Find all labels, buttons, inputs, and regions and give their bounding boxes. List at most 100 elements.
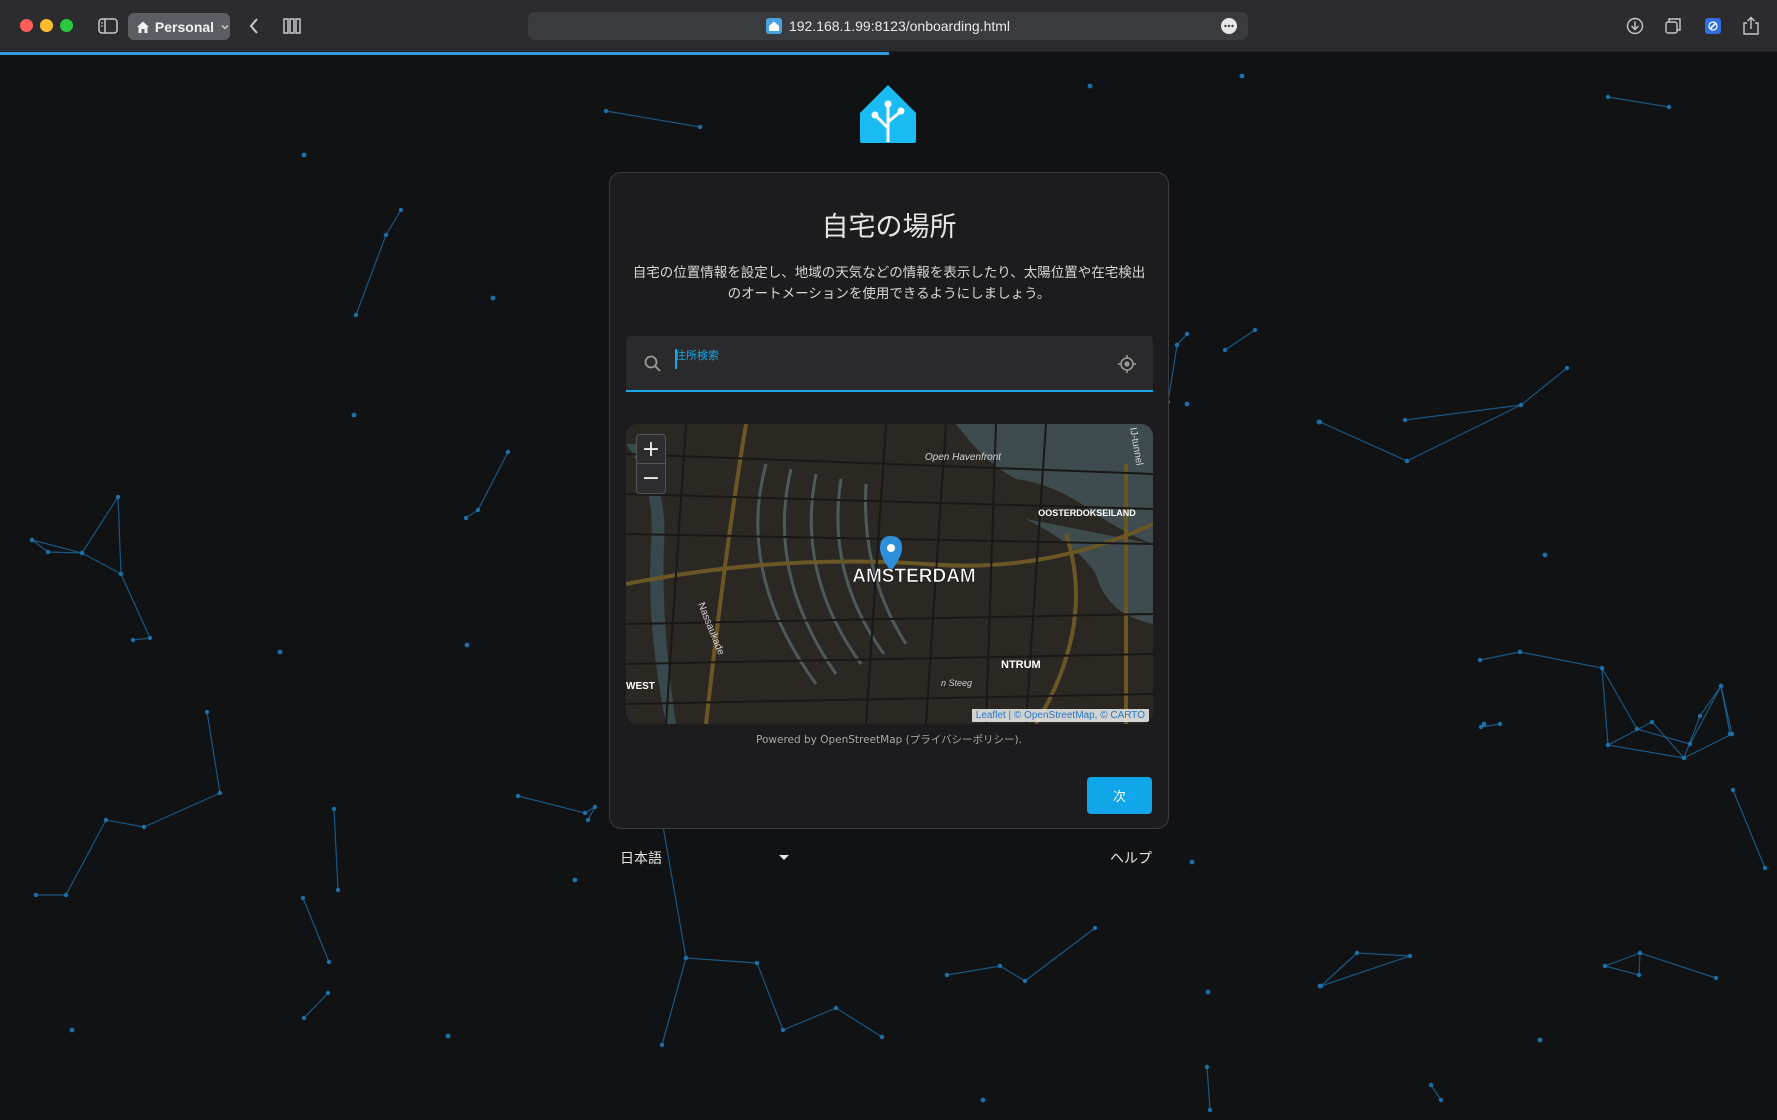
constellation-line — [465, 451, 509, 519]
browser-toolbar: Personal 192.168.1.99:8123/onboarding.ht… — [0, 0, 1777, 52]
constellation-line — [303, 992, 329, 1019]
constellation-line — [661, 957, 687, 1046]
constellation-star — [505, 449, 511, 455]
search-icon — [644, 355, 661, 372]
onboarding-card: 自宅の場所 自宅の位置情報を設定し、地域の天気などの情報を表示したり、太陽位置や… — [609, 172, 1169, 829]
address-bar[interactable]: 192.168.1.99:8123/onboarding.html — [528, 12, 1248, 40]
constellation-star — [1316, 419, 1322, 425]
map-attribution[interactable]: Leaflet | © OpenStreetMap, © CARTO — [971, 709, 1149, 722]
constellation-star — [1727, 731, 1733, 737]
map-label-havenfront: Open Havenfront — [925, 452, 1002, 463]
constellation-star — [1564, 365, 1570, 371]
my-location-icon[interactable] — [1117, 354, 1137, 374]
constellation-star — [475, 507, 481, 513]
map-zoom-control: + − — [636, 434, 666, 494]
constellation-star — [301, 1015, 307, 1021]
constellation-line — [1320, 952, 1411, 987]
constellation-star — [63, 892, 69, 898]
location-map[interactable]: AMSTERDAM Open Havenfront OOSTERDOKSEILA… — [626, 424, 1153, 724]
constellation-star — [1317, 983, 1323, 989]
powered-by-text[interactable]: Powered by OpenStreetMap (プライバシーポリシー). — [610, 732, 1168, 747]
constellation-star — [398, 207, 404, 213]
constellation-star — [445, 1033, 451, 1039]
zoom-in-button[interactable]: + — [637, 435, 665, 464]
constellation-star — [1402, 417, 1408, 423]
share-icon[interactable] — [1740, 13, 1762, 39]
constellation-star — [103, 817, 109, 823]
constellation-star — [1184, 401, 1190, 407]
zoom-window-button[interactable] — [60, 19, 73, 32]
constellation-star — [1174, 342, 1180, 348]
constellation-star — [1713, 975, 1719, 981]
constellation-star — [1636, 972, 1642, 978]
profile-button[interactable]: Personal — [128, 13, 230, 40]
constellation-star — [833, 1005, 839, 1011]
constellation-line — [517, 795, 597, 821]
minimize-window-button[interactable] — [40, 19, 53, 32]
constellation-star — [1518, 402, 1524, 408]
address-search-field[interactable]: 住所検索 — [626, 336, 1153, 392]
bookmarks-button[interactable] — [280, 13, 306, 39]
books-icon — [283, 18, 301, 34]
search-input[interactable] — [675, 354, 1085, 384]
constellation-line — [659, 808, 883, 1038]
constellation-star — [1649, 719, 1655, 725]
constellation-star — [1354, 950, 1360, 956]
constellation-star — [33, 892, 39, 898]
constellation-star — [45, 549, 51, 555]
map-tiles[interactable]: AMSTERDAM Open Havenfront OOSTERDOKSEILA… — [626, 424, 1153, 724]
constellation-star — [1207, 1107, 1213, 1113]
constellation-line — [1430, 1084, 1442, 1101]
constellation-line — [946, 927, 1096, 982]
help-link[interactable]: ヘルプ — [1110, 848, 1152, 868]
constellation-star — [1681, 755, 1687, 761]
constellation-star — [1407, 953, 1413, 959]
back-button[interactable] — [244, 13, 264, 39]
constellation-star — [1239, 73, 1245, 79]
constellation-star — [490, 295, 496, 301]
constellation-star — [463, 515, 469, 521]
constellation-star — [335, 887, 341, 893]
constellation-line — [1319, 421, 1408, 462]
constellation-star — [115, 494, 121, 500]
constellation-star — [331, 806, 337, 812]
tabs-icon[interactable] — [1662, 13, 1684, 39]
constellation-star — [585, 817, 591, 823]
extension-icon[interactable] — [1702, 13, 1724, 39]
download-icon[interactable] — [1624, 13, 1646, 39]
language-select[interactable]: 日本語 — [620, 848, 662, 868]
constellation-star — [659, 1042, 665, 1048]
constellation-star — [29, 537, 35, 543]
constellation-star — [780, 1027, 786, 1033]
ellipsis-icon[interactable] — [1220, 17, 1238, 35]
constellation-star — [69, 1027, 75, 1033]
chevron-down-icon[interactable] — [779, 855, 789, 860]
map-label-centrum: NTRUM — [1001, 659, 1041, 671]
home-assistant-logo — [860, 85, 916, 143]
close-window-button[interactable] — [20, 19, 33, 32]
constellation-line — [333, 808, 339, 891]
constellation-star — [1222, 347, 1228, 353]
constellation-star — [1481, 721, 1487, 727]
constellation-star — [1184, 331, 1190, 337]
constellation-star — [1542, 552, 1548, 558]
constellation-star — [1087, 83, 1093, 89]
constellation-star — [1497, 721, 1503, 727]
next-button[interactable]: 次 — [1087, 777, 1152, 814]
sidebar-icon[interactable] — [96, 13, 120, 39]
constellation-star — [325, 990, 331, 996]
browser-window: Personal 192.168.1.99:8123/onboarding.ht… — [0, 0, 1777, 1120]
constellation-star — [515, 793, 521, 799]
constellation-star — [1730, 787, 1736, 793]
constellation-star — [300, 895, 306, 901]
constellation-star — [980, 1097, 986, 1103]
constellation-star — [147, 635, 153, 641]
constellation-star — [683, 955, 689, 961]
constellation-star — [383, 232, 389, 238]
constellation-star — [1477, 657, 1483, 663]
home-icon — [136, 21, 149, 33]
constellation-line — [1224, 329, 1256, 351]
constellation-star — [353, 312, 359, 318]
zoom-out-button[interactable]: − — [637, 464, 665, 493]
constellation-star — [944, 972, 950, 978]
